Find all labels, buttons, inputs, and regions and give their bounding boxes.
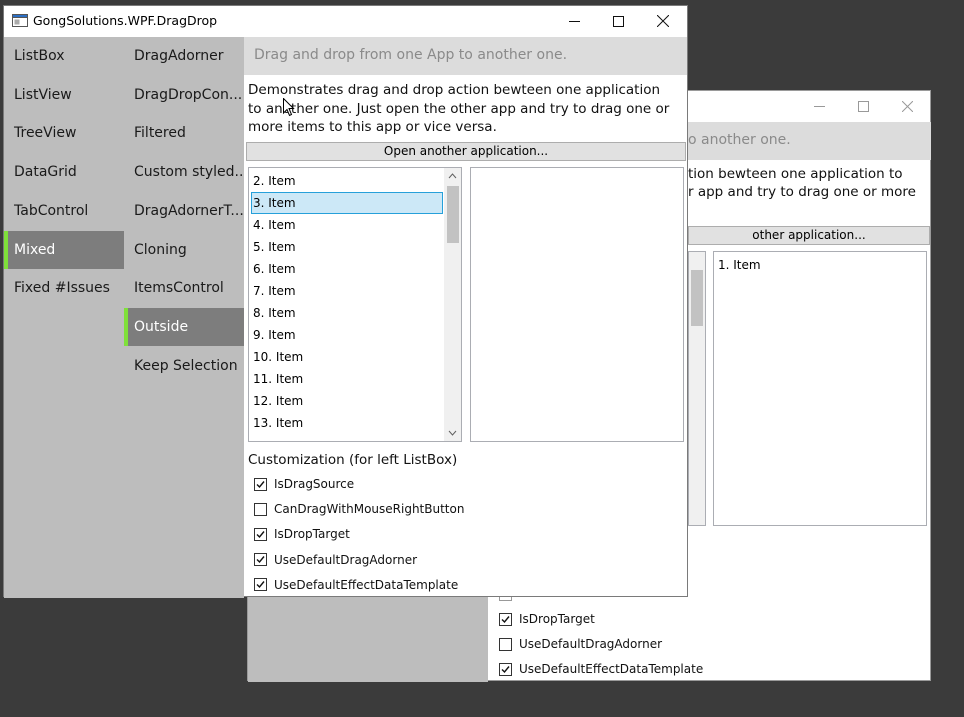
option-isdragsource[interactable]: IsDragSource <box>254 473 354 495</box>
back-left-scrollbar[interactable] <box>689 252 705 525</box>
nav-item-tabcontrol[interactable]: TabControl <box>4 192 124 230</box>
back-option-label: UseDefaultEffectDataTemplate <box>519 662 704 676</box>
nav-item-custom-styled[interactable]: Custom styled... <box>124 153 244 191</box>
list-item[interactable]: 6. Item <box>251 258 443 280</box>
back-option-usedefaulteffectdatatemplate[interactable]: UseDefaultEffectDataTemplate <box>499 658 703 680</box>
left-listbox[interactable]: 2. Item 3. Item 4. Item 5. Item 6. Item 7. It… <box>248 167 462 442</box>
nav-item-outside[interactable]: Outside <box>124 307 244 346</box>
scroll-down-icon[interactable] <box>444 424 461 441</box>
scroll-up-icon[interactable] <box>444 168 461 185</box>
list-item[interactable]: 8. Item <box>251 302 443 324</box>
checkmark-icon <box>256 480 265 488</box>
option-label: UseDefaultDragAdorner <box>274 552 418 567</box>
nav-column-2: DragAdorner DragDropCon... Filtered Custom … <box>124 37 244 598</box>
maximize-icon <box>857 100 869 112</box>
option-label: UseDefaultEffectDataTemplate <box>274 577 459 592</box>
list-item[interactable]: 2. Item <box>251 170 443 192</box>
minimize-button[interactable] <box>551 6 597 36</box>
checkmark-icon <box>501 615 510 623</box>
option-label: IsDropTarget <box>274 527 350 542</box>
window-title: GongSolutions.WPF.DragDrop <box>33 13 218 28</box>
option-candragwithmouserightbutton[interactable]: CanDragWithMouseRightButton <box>254 498 464 520</box>
maximize-icon <box>612 15 624 27</box>
back-option-label: UseDefaultDragAdorner <box>519 637 663 651</box>
list-item[interactable]: 3. Item <box>251 192 443 214</box>
back-maximize-button[interactable] <box>840 91 886 121</box>
main-window-titlebar[interactable]: GongSolutions.WPF.DragDrop <box>4 6 687 36</box>
app-icon <box>12 14 28 27</box>
nav-item-dragadornert[interactable]: DragAdornerT... <box>124 192 244 230</box>
back-left-scroll-thumb[interactable] <box>691 270 703 326</box>
checkmark-icon <box>501 665 510 673</box>
checkmark-icon <box>256 530 265 538</box>
page-banner: Drag and drop from one App to another on… <box>244 37 687 75</box>
left-listbox-items: 2. Item 3. Item 4. Item 5. Item 6. Item 7. It… <box>249 168 444 441</box>
back-open-app-button[interactable]: other application... <box>688 226 930 245</box>
nav-item-listview[interactable]: ListView <box>4 76 124 114</box>
nav-item-listbox[interactable]: ListBox <box>4 37 124 75</box>
mouse-cursor-icon <box>283 98 295 117</box>
option-usedefaultdragadorner[interactable]: UseDefaultDragAdorner <box>254 549 417 571</box>
customization-title: Customization (for left ListBox) <box>248 452 458 468</box>
back-description-line1: tion bewteen one application to <box>688 166 903 182</box>
list-item[interactable]: 12. Item <box>251 390 443 412</box>
checkbox[interactable] <box>254 502 267 516</box>
nav-item-itemscontrol[interactable]: ItemsControl <box>124 269 244 307</box>
checkbox[interactable] <box>254 553 267 567</box>
minimize-icon <box>568 20 580 22</box>
close-button[interactable] <box>640 6 686 36</box>
nav-column-1: ListBox ListView TreeView DataGrid TabContro… <box>4 37 124 598</box>
checkmark-icon <box>256 581 265 589</box>
list-item[interactable]: 4. Item <box>251 214 443 236</box>
list-item[interactable]: 9. Item <box>251 324 443 346</box>
checkbox[interactable] <box>499 637 512 651</box>
list-item[interactable]: 7. Item <box>251 280 443 302</box>
nav-item-fixed-issues[interactable]: Fixed #Issues <box>4 269 124 307</box>
list-item[interactable]: 1. Item <box>716 254 761 276</box>
checkbox[interactable] <box>254 527 267 541</box>
back-right-listbox[interactable]: 1. Item <box>713 251 927 526</box>
back-close-button[interactable] <box>884 91 930 121</box>
list-item[interactable]: 13. Item <box>251 412 443 434</box>
checkbox[interactable] <box>254 477 267 491</box>
nav-item-datagrid[interactable]: DataGrid <box>4 153 124 191</box>
list-item[interactable]: 10. Item <box>251 346 443 368</box>
back-banner: o another one. <box>688 122 931 160</box>
minimize-icon <box>813 105 825 107</box>
nav-panel: ListBox ListView TreeView DataGrid TabContro… <box>4 37 244 598</box>
list-item[interactable]: 5. Item <box>251 236 443 258</box>
option-isdroptarget[interactable]: IsDropTarget <box>254 523 350 545</box>
left-listbox-scrollbar[interactable] <box>444 168 461 441</box>
back-option-label: IsDropTarget <box>519 612 595 626</box>
page-description: Demonstrates drag and drop action bewtee… <box>248 82 670 135</box>
nav-item-keep-selection[interactable]: Keep Selection <box>124 347 244 385</box>
back-description-line2: r app and try to drag one or more <box>688 184 916 200</box>
open-another-app-button[interactable]: Open another application... <box>246 142 686 161</box>
checkbox[interactable] <box>254 578 267 592</box>
nav-item-treeview[interactable]: TreeView <box>4 114 124 152</box>
back-minimize-button[interactable] <box>796 91 842 121</box>
option-usedefaulteffectdatatemplate[interactable]: UseDefaultEffectDataTemplate <box>254 574 458 596</box>
checkbox[interactable] <box>499 662 512 676</box>
maximize-button[interactable] <box>595 6 641 36</box>
nav-item-cloning[interactable]: Cloning <box>124 231 244 269</box>
customization-options: IsDragSource CanDragWithMouseRightButton I… <box>254 473 674 598</box>
nav-item-mixed[interactable]: Mixed <box>4 230 124 269</box>
right-listbox[interactable] <box>470 167 684 442</box>
option-label: IsDragSource <box>274 477 355 491</box>
nav-item-dragdropcon[interactable]: DragDropCon... <box>124 76 244 114</box>
back-left-listbox[interactable] <box>688 251 706 526</box>
scroll-thumb[interactable] <box>447 186 459 243</box>
back-option-usedefaultdragadorner[interactable]: UseDefaultDragAdorner <box>499 633 662 655</box>
checkbox[interactable] <box>499 612 512 626</box>
nav-item-filtered[interactable]: Filtered <box>124 114 244 152</box>
close-icon <box>657 15 669 27</box>
checkmark-icon <box>256 556 265 564</box>
option-label: CanDragWithMouseRightButton <box>274 502 465 517</box>
main-window: GongSolutions.WPF.DragDrop ListBox ListVi… <box>3 5 688 598</box>
list-item[interactable]: 11. Item <box>251 368 443 390</box>
back-option-isdroptarget[interactable]: IsDropTarget <box>499 608 595 630</box>
nav-item-dragadorner[interactable]: DragAdorner <box>124 37 244 75</box>
close-icon <box>901 100 913 112</box>
